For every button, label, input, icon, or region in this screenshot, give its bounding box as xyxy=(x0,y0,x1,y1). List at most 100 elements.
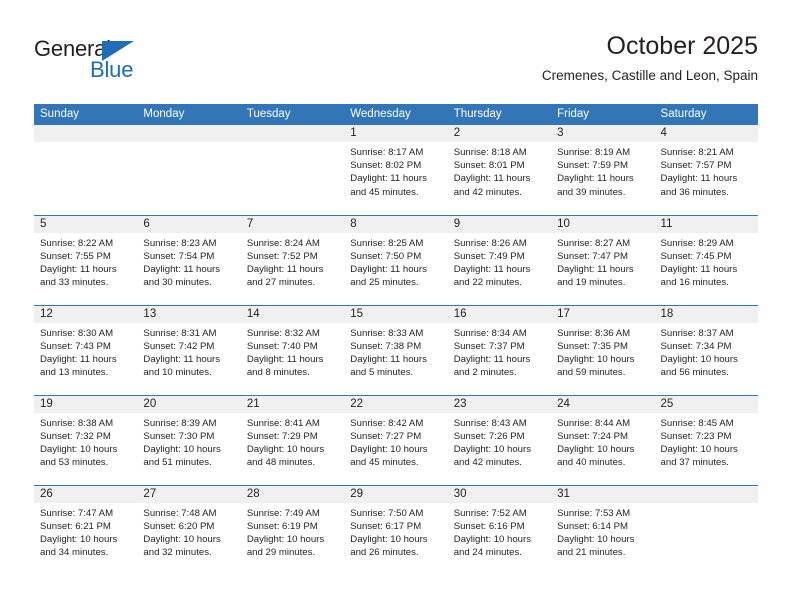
calendar-day-cell[interactable]: 20 Sunrise: 8:39 AM Sunset: 7:30 PM Dayligh… xyxy=(137,394,241,485)
sunset-text: Sunset: 6:21 PM xyxy=(40,520,111,532)
day-number: 9 xyxy=(447,215,552,233)
day-details: Sunrise: 7:50 AM Sunset: 6:17 PM Daylight:… xyxy=(344,503,447,560)
day-number: 13 xyxy=(137,305,241,323)
calendar-day-cell[interactable]: 29 Sunrise: 7:50 AM Sunset: 6:17 PM Dayligh… xyxy=(344,484,448,575)
calendar-day-cell[interactable]: 30 Sunrise: 7:52 AM Sunset: 6:16 PM Dayligh… xyxy=(447,484,552,575)
day-number: 14 xyxy=(240,305,345,323)
sunset-text: Sunset: 7:29 PM xyxy=(246,430,318,442)
sunset-text: Sunset: 7:49 PM xyxy=(453,250,525,262)
daylight-text: Daylight: 11 hours and 36 minutes. xyxy=(660,173,738,198)
sunrise-text: Sunrise: 8:36 AM xyxy=(557,327,631,339)
calendar-day-cell[interactable]: 22 Sunrise: 8:42 AM Sunset: 7:27 PM Dayligh… xyxy=(344,394,448,485)
weekday-header-row: Sunday Monday Tuesday Wednesday Thursday… xyxy=(34,104,758,125)
calendar-day-cell-empty xyxy=(240,125,345,215)
calendar-day-cell[interactable]: 13 Sunrise: 8:31 AM Sunset: 7:42 PM Dayligh… xyxy=(137,304,241,395)
calendar-day-cell[interactable]: 10 Sunrise: 8:27 AM Sunset: 7:47 PM Dayligh… xyxy=(551,214,655,305)
daylight-text: Daylight: 11 hours and 30 minutes. xyxy=(143,263,221,289)
sunset-text: Sunset: 6:14 PM xyxy=(557,520,629,532)
day-details: Sunrise: 8:37 AM Sunset: 7:34 PM Daylight:… xyxy=(655,323,758,380)
sunrise-text: Sunrise: 8:42 AM xyxy=(350,417,424,429)
calendar-day-cell[interactable]: 9 Sunrise: 8:26 AM Sunset: 7:49 PM Daylight… xyxy=(447,214,552,305)
calendar-day-cell[interactable]: 1 Sunrise: 8:17 AM Sunset: 8:02 PM Daylight… xyxy=(344,125,448,215)
sunrise-text: Sunrise: 7:49 AM xyxy=(246,507,320,519)
day-details: Sunrise: 8:39 AM Sunset: 7:30 PM Daylight:… xyxy=(137,413,240,470)
calendar-day-cell[interactable]: 3 Sunrise: 8:19 AM Sunset: 7:59 PM Daylight… xyxy=(551,125,655,215)
day-number: 5 xyxy=(34,215,138,233)
daylight-text: Daylight: 11 hours and 45 minutes. xyxy=(350,173,427,198)
sunrise-text: Sunrise: 8:37 AM xyxy=(660,327,734,339)
calendar-day-cell[interactable]: 21 Sunrise: 8:41 AM Sunset: 7:29 PM Dayligh… xyxy=(240,394,345,485)
day-number: 3 xyxy=(551,125,655,142)
day-number: 24 xyxy=(551,395,655,413)
calendar-day-cell[interactable]: 12 Sunrise: 8:30 AM Sunset: 7:43 PM Dayligh… xyxy=(34,304,138,395)
calendar-day-cell[interactable]: 31 Sunrise: 7:53 AM Sunset: 6:14 PM Dayligh… xyxy=(551,484,655,575)
daylight-text: Daylight: 10 hours and 45 minutes. xyxy=(350,443,428,469)
sunrise-text: Sunrise: 7:52 AM xyxy=(453,507,527,519)
sunset-text: Sunset: 7:23 PM xyxy=(660,430,732,442)
daylight-text: Daylight: 10 hours and 48 minutes. xyxy=(246,443,325,469)
calendar-day-cell[interactable]: 25 Sunrise: 8:45 AM Sunset: 7:23 PM Dayligh… xyxy=(654,394,758,485)
daylight-text: Daylight: 11 hours and 8 minutes. xyxy=(246,353,324,379)
day-details: Sunrise: 7:52 AM Sunset: 6:16 PM Daylight:… xyxy=(448,503,551,560)
day-number: 18 xyxy=(654,305,758,323)
sunset-text: Sunset: 7:57 PM xyxy=(660,160,732,172)
day-number xyxy=(137,125,241,142)
sunrise-text: Sunrise: 7:47 AM xyxy=(40,507,114,519)
sunset-text: Sunset: 7:38 PM xyxy=(350,340,422,352)
day-details: Sunrise: 8:33 AM Sunset: 7:38 PM Daylight:… xyxy=(344,323,447,380)
page-title: October 2025 xyxy=(606,32,759,60)
sunset-text: Sunset: 7:52 PM xyxy=(246,250,318,262)
weekday-header-thursday: Thursday xyxy=(447,104,552,125)
day-number xyxy=(654,485,758,503)
day-number: 2 xyxy=(447,125,552,142)
daylight-text: Daylight: 11 hours and 22 minutes. xyxy=(453,263,531,289)
calendar-day-cell[interactable]: 11 Sunrise: 8:29 AM Sunset: 7:45 PM Dayligh… xyxy=(654,214,758,305)
weekday-header-saturday: Saturday xyxy=(654,104,758,125)
sunset-text: Sunset: 7:24 PM xyxy=(557,430,629,442)
calendar-day-cell[interactable]: 24 Sunrise: 8:44 AM Sunset: 7:24 PM Dayligh… xyxy=(551,394,655,485)
sunset-text: Sunset: 7:26 PM xyxy=(453,430,525,442)
day-details: Sunrise: 8:32 AM Sunset: 7:40 PM Daylight:… xyxy=(241,323,344,380)
day-details: Sunrise: 8:43 AM Sunset: 7:26 PM Daylight:… xyxy=(448,413,551,470)
daylight-text: Daylight: 11 hours and 16 minutes. xyxy=(660,263,738,289)
day-number: 6 xyxy=(137,215,241,233)
day-details: Sunrise: 8:31 AM Sunset: 7:42 PM Daylight:… xyxy=(137,323,240,380)
sunrise-text: Sunrise: 8:21 AM xyxy=(660,147,734,158)
day-details: Sunrise: 8:25 AM Sunset: 7:50 PM Daylight:… xyxy=(344,233,447,290)
calendar-day-cell[interactable]: 2 Sunrise: 8:18 AM Sunset: 8:01 PM Daylight… xyxy=(447,125,552,215)
day-number: 8 xyxy=(344,215,448,233)
daylight-text: Daylight: 11 hours and 13 minutes. xyxy=(40,353,117,379)
sunset-text: Sunset: 7:42 PM xyxy=(143,340,215,352)
weekday-header-tuesday: Tuesday xyxy=(240,104,345,125)
calendar-day-cell[interactable]: 17 Sunrise: 8:36 AM Sunset: 7:35 PM Dayligh… xyxy=(551,304,655,395)
daylight-text: Daylight: 11 hours and 27 minutes. xyxy=(246,263,324,289)
sunset-text: Sunset: 8:01 PM xyxy=(453,160,525,172)
sunset-text: Sunset: 7:27 PM xyxy=(350,430,422,442)
calendar-day-cell[interactable]: 27 Sunrise: 7:48 AM Sunset: 6:20 PM Dayligh… xyxy=(137,484,241,575)
day-number: 10 xyxy=(551,215,655,233)
calendar-day-cell[interactable]: 7 Sunrise: 8:24 AM Sunset: 7:52 PM Daylight… xyxy=(240,214,345,305)
calendar-day-cell[interactable]: 14 Sunrise: 8:32 AM Sunset: 7:40 PM Dayligh… xyxy=(240,304,345,395)
daylight-text: Daylight: 11 hours and 42 minutes. xyxy=(453,173,531,198)
brand-logo[interactable]: General Blue xyxy=(34,36,164,84)
day-details: Sunrise: 8:36 AM Sunset: 7:35 PM Daylight:… xyxy=(551,323,654,380)
sunset-text: Sunset: 7:43 PM xyxy=(40,340,111,352)
calendar-day-cell[interactable]: 18 Sunrise: 8:37 AM Sunset: 7:34 PM Dayligh… xyxy=(654,304,758,395)
calendar-day-cell[interactable]: 6 Sunrise: 8:23 AM Sunset: 7:54 PM Daylight… xyxy=(137,214,241,305)
day-details: Sunrise: 8:18 AM Sunset: 8:01 PM Daylight:… xyxy=(448,142,551,199)
calendar-day-cell[interactable]: 16 Sunrise: 8:34 AM Sunset: 7:37 PM Dayligh… xyxy=(447,304,552,395)
calendar-day-cell[interactable]: 23 Sunrise: 8:43 AM Sunset: 7:26 PM Dayligh… xyxy=(447,394,552,485)
calendar-day-cell[interactable]: 5 Sunrise: 8:22 AM Sunset: 7:55 PM Daylight… xyxy=(34,214,138,305)
day-number: 12 xyxy=(34,305,138,323)
day-details: Sunrise: 8:17 AM Sunset: 8:02 PM Daylight:… xyxy=(344,142,447,199)
calendar-day-cell[interactable]: 26 Sunrise: 7:47 AM Sunset: 6:21 PM Dayligh… xyxy=(34,484,138,575)
sunrise-text: Sunrise: 8:32 AM xyxy=(246,327,320,339)
day-number: 31 xyxy=(551,485,655,503)
calendar-day-cell[interactable]: 4 Sunrise: 8:21 AM Sunset: 7:57 PM Daylight… xyxy=(654,125,758,215)
calendar-day-cell[interactable]: 8 Sunrise: 8:25 AM Sunset: 7:50 PM Daylight… xyxy=(344,214,448,305)
weekday-header-monday: Monday xyxy=(137,104,241,125)
calendar-day-cell[interactable]: 19 Sunrise: 8:38 AM Sunset: 7:32 PM Dayligh… xyxy=(34,394,138,485)
sunrise-text: Sunrise: 8:18 AM xyxy=(453,147,527,158)
calendar-day-cell[interactable]: 28 Sunrise: 7:49 AM Sunset: 6:19 PM Dayligh… xyxy=(240,484,345,575)
calendar-day-cell[interactable]: 15 Sunrise: 8:33 AM Sunset: 7:38 PM Dayligh… xyxy=(344,304,448,395)
